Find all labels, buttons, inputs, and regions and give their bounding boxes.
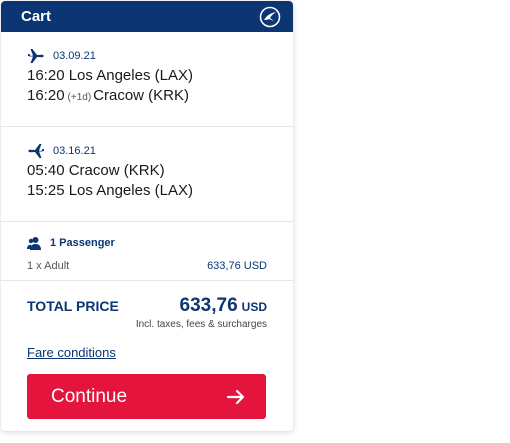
- flight-date-row: 03.16.21: [27, 141, 267, 161]
- total-amount: 633,76: [179, 295, 238, 316]
- cart-title: Cart: [21, 8, 52, 25]
- cart-header: Cart: [1, 1, 293, 32]
- passenger-count: 1 Passenger: [50, 237, 115, 249]
- departure-place: Cracow (KRK): [68, 162, 165, 179]
- flight-arrival: 15:25 Los Angeles (LAX): [27, 181, 267, 201]
- total-label: TOTAL PRICE: [27, 298, 119, 314]
- total-row: TOTAL PRICE 633,76 USD: [27, 295, 267, 317]
- plane-departure-icon: [27, 47, 45, 65]
- cart-panel: Cart 03.09.21 16:20 Los Angeles (LAX) 16…: [1, 1, 293, 431]
- arrow-right-icon: [226, 387, 246, 407]
- total-price: 633,76 USD: [180, 295, 267, 317]
- passengers-section: 1 Passenger 1 x Adult 633,76 USD: [1, 222, 293, 281]
- crane-logo-icon: [259, 6, 281, 28]
- continue-button[interactable]: Continue: [27, 374, 266, 419]
- passenger-count-row: 1 Passenger: [27, 235, 267, 251]
- plane-return-icon: [27, 142, 45, 160]
- passenger-type: 1 x Adult: [27, 260, 70, 272]
- flight-departure: 05:40 Cracow (KRK): [27, 161, 267, 181]
- total-currency: USD: [241, 300, 267, 314]
- arrival-day-offset: (+1d): [67, 92, 92, 103]
- flight-outbound: 03.09.21 16:20 Los Angeles (LAX) 16:20 (+…: [1, 32, 293, 127]
- flight-date: 03.09.21: [53, 50, 96, 62]
- arrival-time: 15:25: [27, 182, 65, 199]
- arrival-place: Cracow (KRK): [93, 87, 190, 104]
- passenger-icon: [27, 236, 41, 250]
- departure-place: Los Angeles (LAX): [68, 67, 193, 84]
- departure-time: 16:20: [27, 67, 65, 84]
- passenger-price: 633,76 USD: [207, 260, 267, 272]
- continue-label: Continue: [51, 385, 128, 407]
- flight-date-row: 03.09.21: [27, 46, 267, 66]
- fare-conditions-link[interactable]: Fare conditions: [27, 345, 116, 360]
- flight-date: 03.16.21: [53, 145, 96, 157]
- arrival-time: 16:20: [27, 87, 65, 104]
- total-note: Incl. taxes, fees & surcharges: [135, 319, 267, 330]
- departure-time: 05:40: [27, 162, 65, 179]
- flight-return: 03.16.21 05:40 Cracow (KRK) 15:25 Los An…: [1, 127, 293, 222]
- arrival-place: Los Angeles (LAX): [68, 182, 193, 199]
- total-section: TOTAL PRICE 633,76 USD Incl. taxes, fees …: [1, 281, 293, 419]
- flight-departure: 16:20 Los Angeles (LAX): [27, 66, 267, 86]
- flight-arrival: 16:20 (+1d) Cracow (KRK): [27, 86, 267, 108]
- passenger-line: 1 x Adult 633,76 USD: [27, 260, 267, 272]
